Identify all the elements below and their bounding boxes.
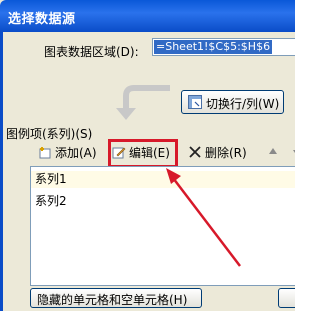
move-up-button[interactable] [266,143,283,163]
add-series-label: 添加(A) [55,146,97,160]
delete-icon [189,146,201,158]
title-bar[interactable]: 选择数据源 [0,0,295,32]
arrow-down-icon [293,150,295,153]
edit-button-highlight-box [108,139,178,168]
move-down-button[interactable] [290,143,295,163]
switch-row-column-icon [188,95,202,109]
chart-data-range-input[interactable]: =Sheet1!$C$5:$H$6 [152,38,295,56]
add-icon [39,147,51,159]
series-list-item[interactable]: 系列2 [35,192,67,209]
arrow-up-icon [269,148,277,154]
switch-row-column-label: 切换行/列(W) [206,97,280,111]
window-frame [0,32,3,311]
add-series-button[interactable]: 添加(A) [38,143,97,163]
delete-series-button[interactable]: 删除(R) [188,143,247,163]
swap-arrow-graphic [116,85,170,120]
hidden-empty-cells-label: 隐藏的单元格和空单元格(H) [37,293,188,307]
delete-series-label: 删除(R) [205,146,247,160]
chart-data-range-value: =Sheet1!$C$5:$H$6 [154,40,273,54]
chart-data-range-label: 图表数据区域(D): [44,45,139,59]
series-list-item[interactable]: 系列1 [31,171,295,188]
ok-button[interactable] [278,288,295,308]
select-data-source-dialog: 选择数据源 图表数据区域(D): =Sheet1!$C$5:$H$6 切换行/列… [0,0,295,311]
series-listbox[interactable]: 系列1 系列2 [30,166,295,286]
switch-row-column-button[interactable]: 切换行/列(W) [181,90,284,114]
hidden-empty-cells-button[interactable]: 隐藏的单元格和空单元格(H) [30,288,202,308]
dialog-title: 选择数据源 [8,12,76,27]
